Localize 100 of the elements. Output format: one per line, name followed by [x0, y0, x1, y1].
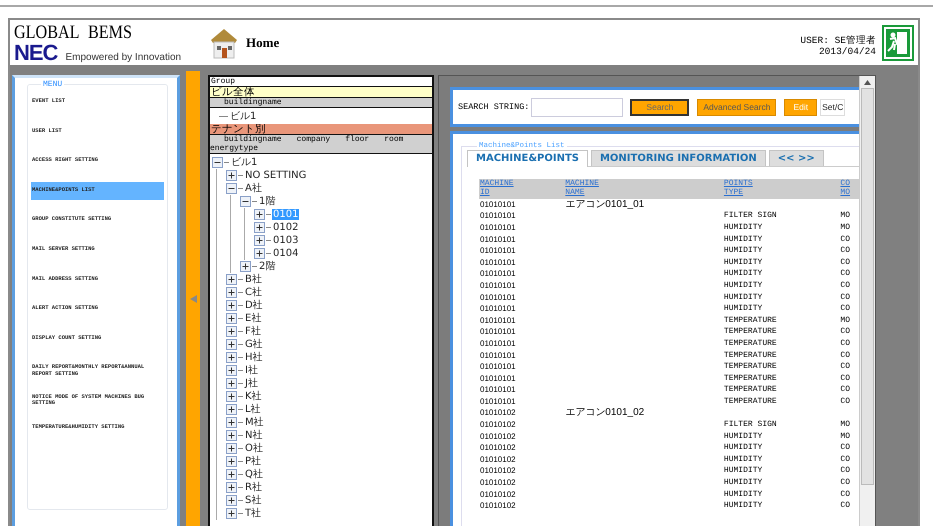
- column-label: room: [384, 135, 404, 144]
- expand-icon[interactable]: [226, 313, 237, 324]
- table-cell: CO: [840, 454, 850, 464]
- user-label: USER: SE管理者: [800, 34, 876, 46]
- tree-item[interactable]: F社: [244, 326, 262, 337]
- tree-item[interactable]: J社: [244, 378, 259, 389]
- tree-item[interactable]: N社: [244, 430, 264, 441]
- table-cell: TEMPERATURE: [724, 338, 777, 348]
- table-cell: TEMPERATURE: [724, 385, 777, 394]
- table-cell: HUMIDITY: [724, 304, 762, 314]
- scrollbar-thumb[interactable]: [861, 88, 874, 485]
- expand-icon[interactable]: [226, 443, 237, 454]
- expand-icon[interactable]: [226, 495, 237, 506]
- tree-item[interactable]: 0104: [272, 248, 300, 259]
- table-cell: 01010102: [480, 454, 516, 464]
- search-field[interactable]: [531, 98, 624, 116]
- scroll-up-icon[interactable]: [864, 80, 871, 85]
- table-cell: HUMIDITY: [724, 246, 762, 256]
- table-cell: 01010101: [480, 269, 516, 278]
- action-button[interactable]: Advanced Search: [697, 98, 776, 116]
- table-cell: TEMPERATURE: [724, 316, 777, 325]
- tree-item[interactable]: H社: [244, 352, 264, 363]
- table-cell: 01010102: [480, 420, 516, 430]
- menu-legend: MENU: [41, 80, 64, 89]
- action-button[interactable]: Set/C: [820, 98, 846, 116]
- expand-icon[interactable]: [254, 235, 265, 246]
- expand-icon[interactable]: [226, 430, 237, 441]
- table-cell: MO: [840, 211, 850, 220]
- expand-icon[interactable]: [226, 300, 237, 311]
- expand-icon[interactable]: [226, 482, 237, 493]
- tree-item[interactable]: 2階: [258, 261, 276, 272]
- date-label: 2013/04/24: [818, 46, 876, 56]
- expand-icon[interactable]: [226, 417, 237, 428]
- table-cell: HUMIDITY: [724, 292, 762, 302]
- expand-icon[interactable]: [226, 287, 237, 298]
- table-cell: CO: [840, 292, 850, 302]
- expand-icon[interactable]: [226, 352, 237, 363]
- table-cell: CO: [840, 258, 850, 267]
- collapse-icon[interactable]: [240, 196, 251, 207]
- collapse-icon[interactable]: [212, 157, 223, 168]
- tree-item[interactable]: K社: [244, 391, 263, 402]
- tree-item[interactable]: ビル1: [230, 157, 258, 168]
- expand-icon[interactable]: [226, 404, 237, 415]
- expand-icon[interactable]: [240, 261, 251, 272]
- expand-icon[interactable]: [226, 326, 237, 337]
- table-cell: 01010101: [480, 246, 516, 256]
- tab[interactable]: MONITORING INFORMATION: [590, 150, 766, 166]
- tree-item[interactable]: C社: [244, 287, 263, 298]
- table-cell: 01010102: [480, 432, 516, 441]
- tree-item[interactable]: Q社: [244, 469, 264, 480]
- tree-item[interactable]: 0102: [272, 222, 300, 233]
- expand-icon[interactable]: [226, 391, 237, 402]
- table-cell: 01010101: [480, 338, 516, 348]
- tree-item[interactable]: ビル1: [229, 110, 258, 122]
- table-cell: MO: [840, 420, 850, 430]
- tree-item[interactable]: NO SETTING: [244, 170, 308, 181]
- expand-icon[interactable]: [226, 378, 237, 389]
- tree-item[interactable]: R社: [244, 482, 263, 493]
- table-cell: 01010101: [480, 304, 516, 314]
- expand-icon[interactable]: [254, 222, 265, 233]
- collapse-icon[interactable]: [226, 183, 237, 194]
- tree-item[interactable]: A社: [244, 183, 263, 194]
- tab[interactable]: << >>: [768, 150, 824, 166]
- table-cell: CO: [840, 280, 850, 290]
- tree-item[interactable]: G社: [244, 339, 264, 350]
- tree-item[interactable]: B社: [244, 274, 263, 285]
- tree-item[interactable]: E社: [244, 313, 262, 324]
- tree-item[interactable]: S社: [244, 495, 262, 506]
- table-cell: CO: [840, 443, 850, 452]
- tree-item[interactable]: 1階: [258, 196, 276, 207]
- tree-item[interactable]: L社: [244, 404, 262, 415]
- expand-icon[interactable]: [226, 469, 237, 480]
- exit-icon[interactable]: [882, 24, 914, 60]
- home-link[interactable]: Home: [246, 34, 280, 50]
- table-cell: 01010101: [480, 280, 516, 290]
- expand-icon[interactable]: [226, 508, 237, 519]
- table-cell: TEMPERATURE: [724, 374, 777, 383]
- column-label: floor: [345, 135, 370, 144]
- tab[interactable]: MACHINE&POINTS: [467, 150, 588, 167]
- expand-icon[interactable]: [226, 456, 237, 467]
- tree-item[interactable]: D社: [244, 300, 264, 311]
- tree-item[interactable]: T社: [244, 508, 262, 519]
- tree-item[interactable]: O社: [244, 443, 264, 454]
- expand-icon[interactable]: [226, 274, 237, 285]
- expand-icon[interactable]: [226, 339, 237, 350]
- tree-item[interactable]: P社: [244, 456, 262, 467]
- table-cell: 01010102: [480, 408, 516, 418]
- column-label: buildingname: [224, 98, 282, 107]
- tree-item[interactable]: 0103: [272, 235, 300, 246]
- expand-icon[interactable]: [254, 248, 265, 259]
- expand-icon[interactable]: [254, 209, 265, 220]
- table-cell: 01010101: [480, 362, 516, 372]
- tree-item[interactable]: M社: [244, 417, 265, 428]
- expand-icon[interactable]: [226, 365, 237, 376]
- tree-item[interactable]: I社: [244, 365, 259, 376]
- table-cell: HUMIDITY: [724, 280, 762, 290]
- table-cell: CO: [840, 362, 850, 372]
- expand-icon[interactable]: [226, 170, 237, 181]
- table-cell: 01010101: [480, 350, 516, 360]
- table-cell: TEMPERATURE: [724, 327, 777, 336]
